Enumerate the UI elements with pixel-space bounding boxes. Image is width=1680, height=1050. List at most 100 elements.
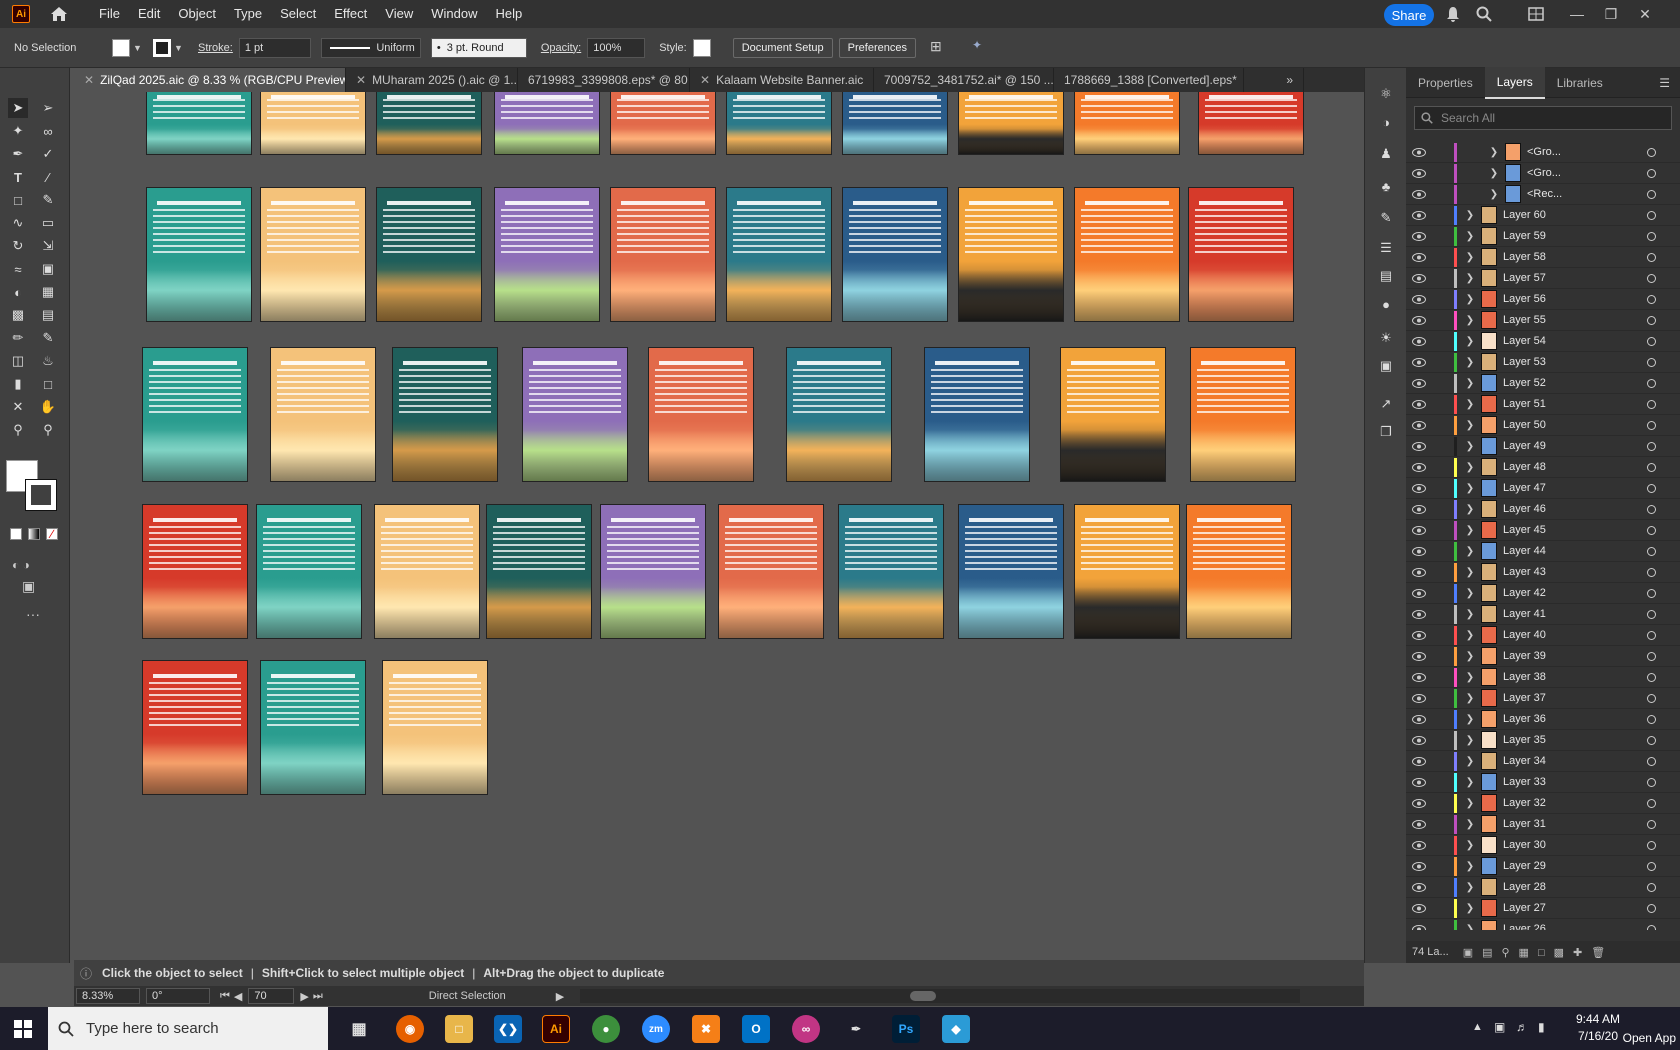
paintbrush-tool-icon[interactable]: ✎ <box>38 190 58 210</box>
artboard-thumbnail[interactable] <box>376 92 482 155</box>
none-mode-icon[interactable]: ∕ <box>46 528 58 540</box>
volume-icon[interactable]: ♬ <box>1516 1020 1528 1034</box>
artboard-thumbnail[interactable] <box>726 92 832 155</box>
layer-row[interactable]: ❯ Layer 32 <box>1406 793 1680 814</box>
hand-tool-icon[interactable]: ✋ <box>38 397 58 417</box>
blend-tool-icon[interactable]: ◫ <box>8 351 28 371</box>
layer-row[interactable]: ❯ Layer 39 <box>1406 646 1680 667</box>
layer-row[interactable]: ❯ <Gro... <box>1406 142 1680 163</box>
more-tabs-icon[interactable]: » <box>1244 68 1304 92</box>
target-circle-icon[interactable] <box>1647 358 1656 367</box>
layer-row[interactable]: ❯ Layer 44 <box>1406 541 1680 562</box>
next-artboard-icon[interactable]: ▶ <box>300 990 308 1003</box>
expand-chevron-icon[interactable]: ❯ <box>1463 504 1477 515</box>
transparency-icon[interactable]: ◑ <box>1376 112 1396 132</box>
layer-row[interactable]: ❯ Layer 35 <box>1406 730 1680 751</box>
artboard-thumbnail[interactable] <box>374 504 480 639</box>
expand-chevron-icon[interactable]: ❯ <box>1463 567 1477 578</box>
target-circle-icon[interactable] <box>1647 505 1656 514</box>
shape-builder-tool-icon[interactable]: ◐ <box>8 282 28 302</box>
opacity-field[interactable]: 100% <box>587 38 645 58</box>
visibility-eye-icon[interactable] <box>1412 672 1426 682</box>
menu-effect[interactable]: Effect <box>325 0 376 28</box>
stroke-swatch[interactable] <box>153 39 171 57</box>
visibility-eye-icon[interactable] <box>1412 546 1426 556</box>
graphic-styles-icon[interactable]: ⚛ <box>1376 84 1396 104</box>
rotate-view-field[interactable]: 0° <box>146 988 210 1004</box>
artboards-panel-icon[interactable]: ❐ <box>1376 422 1396 442</box>
target-circle-icon[interactable] <box>1647 253 1656 262</box>
artboard-thumbnail[interactable] <box>1074 187 1180 322</box>
menu-file[interactable]: File <box>90 0 129 28</box>
target-circle-icon[interactable] <box>1647 547 1656 556</box>
eyedropper-tool-icon[interactable]: ✏ <box>8 328 28 348</box>
artboard-thumbnail[interactable] <box>260 187 366 322</box>
expand-chevron-icon[interactable]: ❯ <box>1463 630 1477 641</box>
expand-chevron-icon[interactable]: ❯ <box>1463 525 1477 536</box>
panel-menu-icon[interactable]: ☰ <box>1659 76 1670 90</box>
expand-chevron-icon[interactable]: ❯ <box>1463 861 1477 872</box>
artboard-thumbnail[interactable] <box>610 92 716 155</box>
visibility-eye-icon[interactable] <box>1412 315 1426 325</box>
artboard-thumbnail[interactable] <box>1074 504 1180 639</box>
artboard-thumbnail[interactable] <box>1198 92 1304 155</box>
menu-view[interactable]: View <box>376 0 422 28</box>
home-icon[interactable] <box>48 3 70 25</box>
target-circle-icon[interactable] <box>1647 190 1656 199</box>
visibility-eye-icon[interactable] <box>1412 378 1426 388</box>
expand-chevron-icon[interactable]: ❯ <box>1463 420 1477 431</box>
preferences-button[interactable]: Preferences <box>839 38 916 58</box>
target-circle-icon[interactable] <box>1647 295 1656 304</box>
perspective-grid-tool-icon[interactable]: ▦ <box>38 282 58 302</box>
expand-chevron-icon[interactable]: ❯ <box>1463 777 1477 788</box>
close-tab-icon[interactable]: ✕ <box>356 73 366 87</box>
stroke-color-swatch[interactable] <box>26 480 56 510</box>
visibility-eye-icon[interactable] <box>1412 252 1426 262</box>
stroke-weight-field[interactable]: 1 pt <box>239 38 311 58</box>
layer-row[interactable]: ❯ Layer 52 <box>1406 373 1680 394</box>
artboard-thumbnail[interactable] <box>376 187 482 322</box>
expand-chevron-icon[interactable]: ❯ <box>1463 672 1477 683</box>
tab-zilqad[interactable]: ✕ ZilQad 2025.aic @ 8.33 % (RGB/CPU Previ… <box>74 68 346 92</box>
layer-row[interactable]: ❯ Layer 46 <box>1406 499 1680 520</box>
target-circle-icon[interactable] <box>1647 316 1656 325</box>
expand-chevron-icon[interactable]: ❯ <box>1463 609 1477 620</box>
artboard-thumbnail[interactable] <box>256 504 362 639</box>
artboard-thumbnail[interactable] <box>958 504 1064 639</box>
artboard-thumbnail[interactable] <box>146 92 252 155</box>
rectangle-tool-icon[interactable]: □ <box>8 190 28 210</box>
target-circle-icon[interactable] <box>1647 274 1656 283</box>
layer-row[interactable]: ❯ Layer 48 <box>1406 457 1680 478</box>
expand-chevron-icon[interactable]: ❯ <box>1463 882 1477 893</box>
artboard-thumbnail[interactable] <box>142 660 248 795</box>
layer-row[interactable]: ❯ Layer 41 <box>1406 604 1680 625</box>
visibility-eye-icon[interactable] <box>1412 798 1426 808</box>
shaper-tool-icon[interactable]: ∿ <box>8 213 28 233</box>
visibility-eye-icon[interactable] <box>1412 168 1426 178</box>
magic-wand-tool-icon[interactable]: ✦ <box>8 121 28 141</box>
zoom-app-icon[interactable]: zm <box>642 1015 670 1043</box>
target-circle-icon[interactable] <box>1647 148 1656 157</box>
creative-cloud-icon[interactable]: ∞ <box>792 1015 820 1043</box>
menu-object[interactable]: Object <box>169 0 225 28</box>
visibility-eye-icon[interactable] <box>1412 504 1426 514</box>
visibility-eye-icon[interactable] <box>1412 735 1426 745</box>
stroke-profile-select[interactable]: Uniform <box>321 38 421 58</box>
scale-tool-icon[interactable]: ⇲ <box>38 236 58 256</box>
chevron-down-icon[interactable]: ▼ <box>133 43 143 53</box>
image-trace-icon[interactable]: ▣ <box>1376 356 1396 376</box>
menu-select[interactable]: Select <box>271 0 325 28</box>
eraser-tool-icon[interactable]: ▭ <box>38 213 58 233</box>
visibility-eye-icon[interactable] <box>1412 357 1426 367</box>
target-circle-icon[interactable] <box>1647 463 1656 472</box>
document-setup-button[interactable]: Document Setup <box>733 38 833 58</box>
visibility-eye-icon[interactable] <box>1412 231 1426 241</box>
visibility-eye-icon[interactable] <box>1412 567 1426 577</box>
minimize-icon[interactable]: — <box>1560 0 1594 28</box>
artboard-thumbnail[interactable] <box>392 347 498 482</box>
warp-tool-icon[interactable]: ≈ <box>8 259 28 279</box>
menu-window[interactable]: Window <box>422 0 486 28</box>
expand-chevron-icon[interactable]: ❯ <box>1463 462 1477 473</box>
illustrator-taskbar-icon[interactable]: Ai <box>542 1015 570 1043</box>
tab-kalaam[interactable]: ✕ Kalaam Website Banner.aic <box>690 68 874 92</box>
